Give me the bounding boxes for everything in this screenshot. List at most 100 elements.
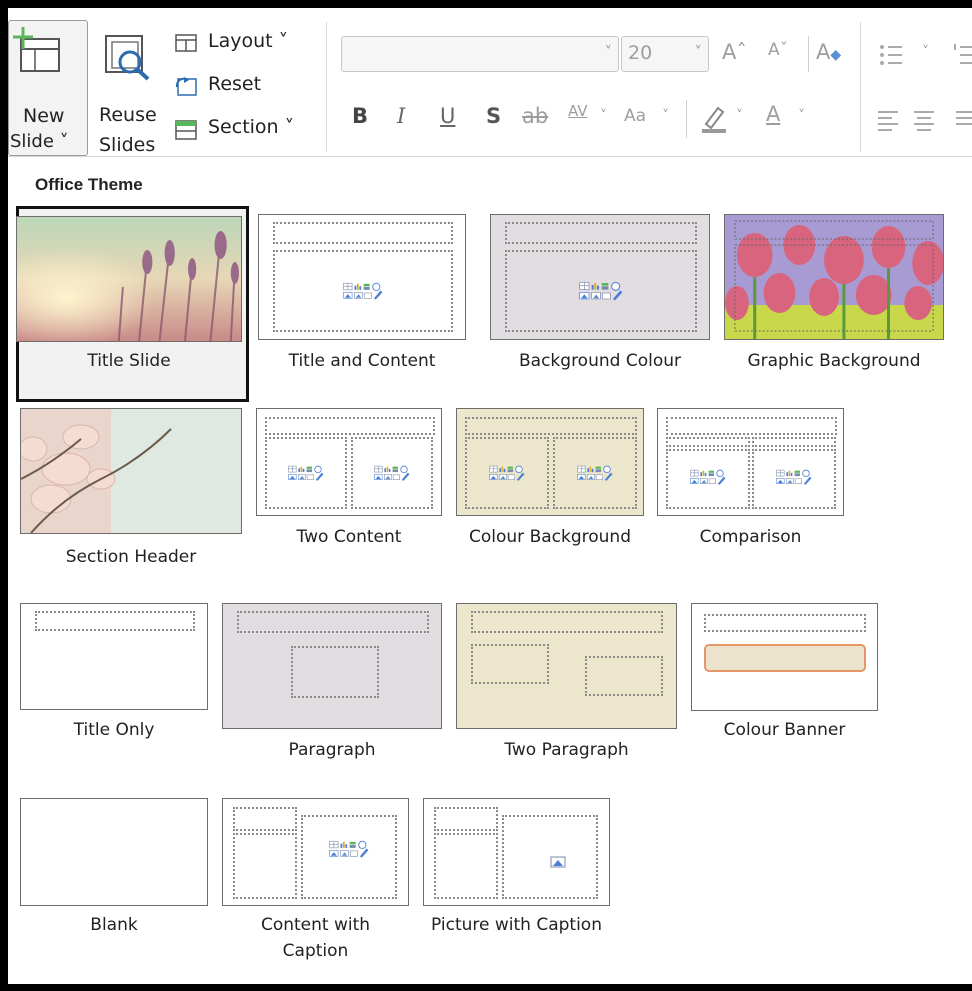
placeholder-box	[233, 833, 297, 899]
reuse-label: Reuse	[99, 104, 157, 126]
chevron-down-icon[interactable]: ˅	[605, 43, 613, 61]
layout-thumbnail[interactable]	[20, 408, 242, 534]
italic-button[interactable]: I	[397, 104, 405, 128]
placeholder-box	[666, 437, 750, 447]
new-slide-button[interactable]: New Slide ˅	[8, 20, 88, 156]
ribbon: New Slide ˅ Reuse Slides Layout ˅ Reset …	[8, 8, 972, 157]
reset-button[interactable]: Reset	[174, 73, 324, 103]
chevron-down-icon[interactable]: ˅	[662, 108, 669, 124]
placeholder-box	[666, 417, 837, 435]
placeholder-box	[471, 611, 663, 633]
numbering-icon[interactable]	[952, 42, 972, 68]
font-size-combo[interactable]: 20 ˅	[621, 36, 709, 72]
placeholder-box	[704, 614, 866, 632]
chevron-down-icon[interactable]: ˅	[695, 43, 703, 61]
layout-thumbnail[interactable]	[456, 408, 644, 516]
content-placeholder-icon	[329, 840, 369, 858]
layout-thumbnail[interactable]	[724, 214, 944, 340]
placeholder-box	[233, 807, 297, 831]
layout-label: Two Content	[296, 527, 402, 547]
layout-thumbnail[interactable]	[16, 216, 242, 342]
underline-button[interactable]: U	[440, 104, 455, 128]
bullets-icon[interactable]	[878, 42, 912, 68]
shadow-button[interactable]: S	[486, 104, 501, 128]
chevron-down-icon[interactable]: ˅	[798, 108, 805, 124]
chevron-down-icon[interactable]: ˅	[600, 108, 607, 124]
reset-icon	[175, 77, 197, 96]
layout-thumbnail[interactable]	[256, 408, 442, 516]
layout-label: Blank	[90, 915, 138, 935]
content-placeholder-icon	[579, 281, 623, 301]
layout-label: Section Header	[65, 547, 197, 567]
layout-label: Two Paragraph	[504, 740, 629, 760]
content-placeholder-icon	[374, 465, 410, 481]
layout-thumbnail[interactable]	[222, 798, 409, 906]
layout-button[interactable]: Layout ˅	[174, 30, 324, 60]
placeholder-box	[434, 833, 498, 899]
chevron-down-icon[interactable]: ˅	[736, 108, 743, 124]
align-buttons-icon[interactable]	[876, 108, 972, 132]
layout-thumbnail[interactable]	[258, 214, 466, 340]
content-placeholder-icon	[343, 282, 383, 300]
layout-thumbnail[interactable]	[20, 603, 208, 710]
content-placeholder-icon	[577, 465, 613, 481]
chevron-down-icon[interactable]: ˅	[922, 44, 929, 60]
layout-thumbnail[interactable]	[657, 408, 844, 516]
layout-label: Graphic Background	[747, 351, 921, 371]
layout-label: Comparison	[699, 527, 802, 547]
grow-font-button[interactable]: Aˆ	[722, 40, 747, 64]
strikethrough-button[interactable]: ab	[522, 104, 548, 128]
layout-label: Title and Content	[288, 351, 436, 371]
layout-label: Background Colour	[519, 351, 681, 371]
colour-banner-shape	[704, 644, 866, 672]
section-icon	[175, 120, 197, 140]
layout-thumbnail[interactable]	[490, 214, 710, 340]
placeholder-box	[471, 644, 549, 684]
content-placeholder-icon	[288, 465, 324, 481]
character-spacing-button[interactable]: AV	[568, 102, 588, 120]
layout-label: Layout ˅	[208, 30, 289, 52]
placeholder-box	[434, 807, 498, 831]
placeholder-box	[273, 222, 453, 244]
placeholder-box	[35, 611, 195, 631]
slides-label: Slides	[99, 134, 156, 156]
placeholder-box	[585, 656, 663, 696]
reuse-slides-button[interactable]: Reuse Slides	[90, 20, 170, 156]
content-placeholder-icon	[690, 469, 726, 485]
section-label: Section ˅	[208, 116, 295, 138]
reuse-slides-icon	[105, 35, 150, 81]
placeholder-box	[265, 417, 435, 435]
clear-format-glyph: A	[816, 40, 831, 64]
new-slide-dropdown[interactable]: Slide ˅	[10, 131, 69, 152]
ribbon-divider	[860, 22, 861, 152]
section-button[interactable]: Section ˅	[174, 116, 324, 146]
shrink-font-button[interactable]: Aˇ	[768, 40, 788, 60]
lavender-photo	[17, 217, 241, 341]
layout-thumbnail[interactable]	[423, 798, 610, 906]
clear-formatting-button[interactable]: A◆	[816, 40, 841, 64]
app-window: New Slide ˅ Reuse Slides Layout ˅ Reset …	[8, 8, 972, 984]
placeholder-box	[752, 437, 836, 447]
bold-button[interactable]: B	[352, 104, 368, 128]
placeholder-box	[237, 611, 429, 633]
layout-thumbnail[interactable]	[691, 603, 878, 711]
divider	[808, 36, 809, 72]
font-color-button[interactable]: A	[766, 102, 780, 126]
font-name-combo[interactable]: ˅	[341, 36, 619, 72]
change-case-button[interactable]: Aa	[624, 106, 646, 126]
new-slide-icon	[13, 27, 60, 72]
blossom-photo	[21, 409, 241, 533]
highlight-pen-icon[interactable]	[700, 104, 728, 134]
layout-label: Colour Background	[469, 527, 631, 547]
layout-thumbnail[interactable]	[456, 603, 677, 729]
divider	[686, 100, 687, 138]
layout-label: Colour Banner	[723, 720, 846, 740]
layout-thumbnail[interactable]	[222, 603, 442, 729]
layout-thumbnail[interactable]	[20, 798, 208, 906]
layout-label: Content with Caption	[260, 915, 371, 961]
layout-label: Picture with Caption	[431, 915, 602, 935]
tulips-photo	[725, 215, 943, 339]
placeholder-box	[291, 646, 379, 698]
theme-title: Office Theme	[35, 175, 143, 194]
eraser-icon: ◆	[830, 47, 842, 63]
